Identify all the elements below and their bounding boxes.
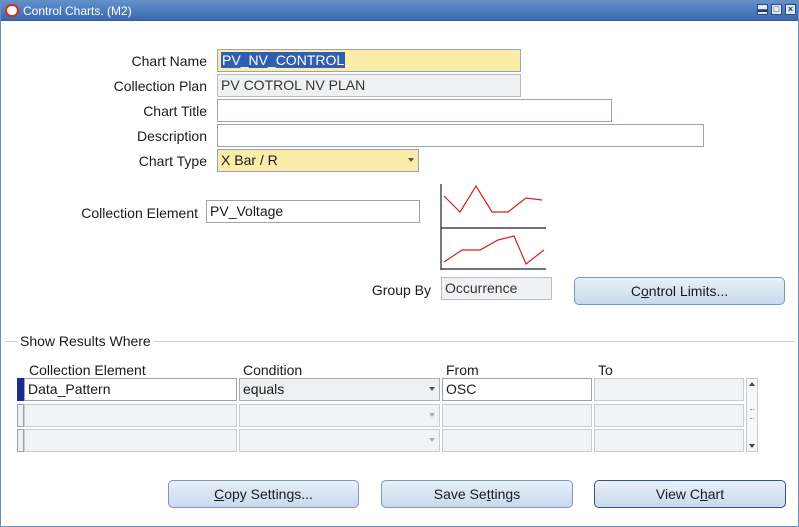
- row-3-from[interactable]: [442, 429, 592, 452]
- copy-settings-label-post: opy Settings...: [224, 486, 313, 502]
- chart-title-field[interactable]: [217, 99, 612, 122]
- collection-element-label: Collection Element: [81, 205, 198, 221]
- chevron-down-icon: [429, 413, 435, 417]
- save-settings-button[interactable]: Save Settings: [381, 480, 573, 508]
- chart-name-field[interactable]: PV_NV_CONTROL: [217, 49, 521, 72]
- maximize-icon[interactable]: □: [771, 4, 782, 15]
- view-chart-label-mnemonic: h: [699, 486, 708, 502]
- row-indicator[interactable]: [17, 429, 24, 452]
- collection-element-field[interactable]: PV_Voltage: [206, 200, 420, 223]
- close-icon[interactable]: ×: [785, 4, 796, 15]
- copy-settings-button[interactable]: Copy Settings...: [168, 480, 359, 508]
- save-settings-label-pre: Save Se: [433, 486, 487, 502]
- row-3-to[interactable]: [594, 429, 744, 452]
- column-header-collection-element: Collection Element: [29, 362, 146, 378]
- group-by-label: Group By: [371, 282, 431, 298]
- row-2-condition-select[interactable]: [239, 404, 440, 427]
- minimize-icon[interactable]: ▬: [757, 4, 768, 15]
- row-1-collection-element[interactable]: Data_Pattern: [24, 378, 237, 401]
- window-title: Control Charts. (M2): [23, 4, 132, 18]
- collection-plan-label: Collection Plan: [113, 78, 207, 94]
- chart-preview-range-line: [443, 235, 545, 265]
- control-charts-window: Control Charts. (M2) ▬ □ × Chart Name PV…: [0, 0, 799, 527]
- chart-name-value: PV_NV_CONTROL: [221, 52, 346, 68]
- row-1-to[interactable]: [594, 378, 744, 401]
- save-settings-label-post: tings: [490, 486, 521, 502]
- row-2-collection-element[interactable]: [24, 404, 237, 427]
- chart-type-label: Chart Type: [138, 153, 207, 169]
- chart-type-value: X Bar / R: [221, 152, 278, 168]
- chart-preview-icon: [440, 184, 546, 270]
- scroll-up-arrow-icon[interactable]: [749, 382, 755, 386]
- row-1-condition-select[interactable]: equals: [239, 378, 440, 401]
- row-indicator[interactable]: [17, 404, 24, 427]
- control-limits-button[interactable]: Control Limits...: [574, 277, 785, 305]
- chart-name-label: Chart Name: [131, 53, 207, 69]
- row-2-to[interactable]: [594, 404, 744, 427]
- copy-settings-label-mnemonic: C: [214, 486, 225, 502]
- scroll-down-arrow-icon[interactable]: [749, 444, 755, 448]
- control-limits-label-mnemonic: o: [640, 283, 649, 299]
- title-bar: Control Charts. (M2) ▬ □ ×: [1, 1, 798, 21]
- row-3-condition-select[interactable]: [239, 429, 440, 452]
- description-label: Description: [136, 128, 207, 144]
- chart-preview-xbar-line: [443, 184, 543, 213]
- view-chart-label-pre: View C: [655, 486, 700, 502]
- chart-title-label: Chart Title: [143, 103, 207, 119]
- column-header-to: To: [598, 362, 613, 378]
- row-3-collection-element[interactable]: [24, 429, 237, 452]
- control-limits-label-post: ntrol Limits...: [648, 283, 729, 299]
- row-2-from[interactable]: [442, 404, 592, 427]
- control-limits-label-pre: C: [630, 283, 641, 299]
- collection-plan-field: PV COTROL NV PLAN: [217, 74, 521, 97]
- row-1-condition-value: equals: [243, 381, 285, 397]
- view-chart-label-post: art: [707, 486, 725, 502]
- view-chart-button[interactable]: View Chart: [594, 480, 786, 508]
- column-header-from: From: [446, 362, 479, 378]
- oracle-logo-icon: [5, 4, 19, 17]
- row-indicator-active[interactable]: [17, 378, 24, 401]
- chevron-down-icon: [429, 438, 435, 442]
- show-results-where-title: Show Results Where: [17, 333, 154, 349]
- chevron-down-icon: [429, 387, 435, 391]
- chevron-down-icon: [408, 158, 414, 162]
- description-field[interactable]: [217, 124, 704, 147]
- results-scrollbar[interactable]: [746, 378, 758, 452]
- column-header-condition: Condition: [243, 362, 303, 378]
- group-by-field: Occurrence: [441, 277, 552, 300]
- chart-type-select[interactable]: X Bar / R: [217, 149, 419, 172]
- row-1-from[interactable]: OSC: [442, 378, 592, 401]
- scroll-grip-icon[interactable]: [750, 409, 754, 419]
